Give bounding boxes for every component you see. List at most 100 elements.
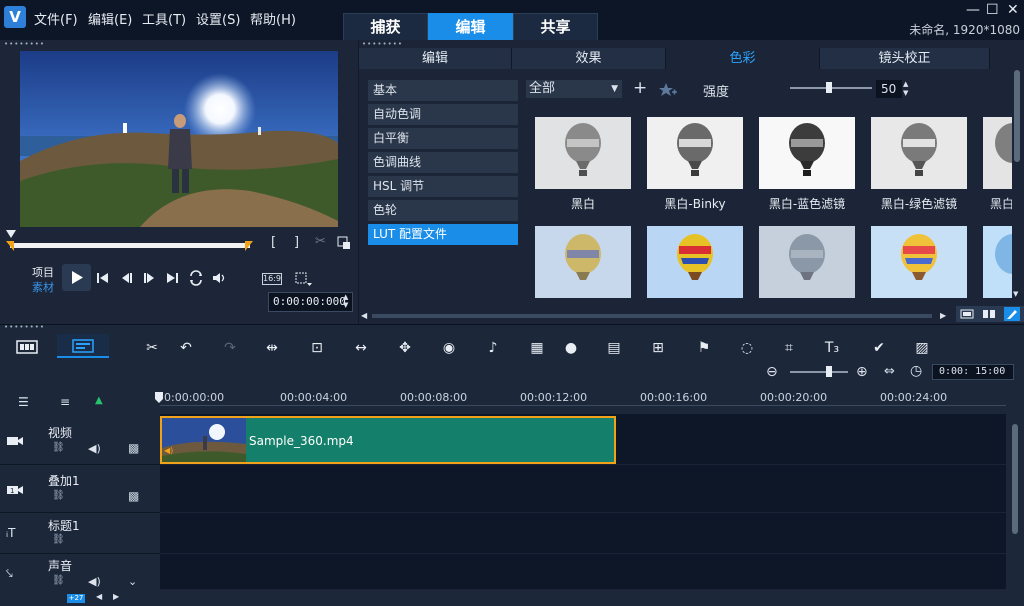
track-mute-icon[interactable]: ◀) [88, 575, 101, 588]
time-remap-icon[interactable]: ⚑ [694, 340, 714, 356]
scroll-left-icon[interactable]: ◀ [96, 592, 102, 601]
title-track-lane[interactable] [160, 513, 1006, 554]
timeline-scrollbar-thumb[interactable] [1012, 424, 1018, 534]
lut-thumb[interactable] [759, 226, 855, 298]
ripple-edit-icon[interactable]: ↔ [351, 340, 371, 356]
menu-tools[interactable]: 工具(T) [142, 9, 186, 28]
scrub-track[interactable] [10, 243, 250, 248]
lut-thumb[interactable] [647, 226, 743, 298]
play-button[interactable] [62, 264, 91, 291]
lut-thumb[interactable] [535, 117, 631, 189]
trim-in-marker-icon[interactable] [4, 241, 16, 253]
menu-settings[interactable]: 设置(S) [196, 9, 240, 28]
zoom-slider[interactable] [790, 366, 848, 377]
checkerboard-icon[interactable]: ▩ [128, 441, 139, 455]
strength-value[interactable]: 50 [876, 80, 902, 98]
filter-dropdown[interactable]: 全部 ▼ [526, 80, 622, 98]
list-view-icon[interactable] [960, 308, 974, 320]
strength-stepper-icon[interactable]: ▲ ▼ [903, 80, 908, 98]
record-capture-icon[interactable]: ◉ [439, 340, 459, 356]
track-mute-icon[interactable]: ◀) [88, 442, 101, 455]
import-lut-icon[interactable] [658, 81, 678, 99]
strength-slider[interactable] [790, 82, 872, 93]
redo-icon[interactable]: ↷ [220, 340, 240, 356]
track-manager-icon[interactable]: ☰ [18, 395, 29, 409]
lut-thumb[interactable] [759, 117, 855, 189]
horizontal-scrollbar[interactable] [372, 314, 932, 318]
subtab-lens-correction[interactable]: 镜头校正 [820, 48, 990, 69]
scroll-right-icon[interactable]: ▶ [113, 592, 119, 601]
add-button[interactable]: + [633, 78, 647, 98]
zoom-slider-thumb[interactable] [826, 366, 832, 377]
multi-camera-icon[interactable]: ⊞ [648, 340, 668, 356]
playhead-marker-icon[interactable] [4, 228, 20, 242]
track-header-video[interactable] [0, 414, 160, 465]
tab-capture[interactable]: 捕获 [343, 13, 428, 40]
scroll-right-icon[interactable]: ▶ [940, 311, 946, 320]
stop-motion-icon[interactable]: ✔ [869, 340, 889, 356]
timeline-grip[interactable]: •••••••• [4, 323, 45, 331]
zoom-out-icon[interactable]: ⊖ [766, 364, 778, 380]
trim-out-marker-icon[interactable] [243, 241, 255, 253]
volume-icon[interactable] [211, 270, 227, 286]
storyboard-view-icon[interactable] [16, 338, 38, 356]
lut-thumb[interactable] [647, 117, 743, 189]
category-color-wheel[interactable]: 色轮 [368, 200, 518, 221]
subtitle-editor-icon[interactable]: ▤ [604, 340, 624, 356]
tools-icon[interactable]: ✂ [142, 340, 162, 356]
close-button[interactable]: ✕ [1007, 2, 1019, 18]
voice-track-lane[interactable] [160, 554, 1006, 590]
enlarge-preview-icon[interactable] [337, 236, 351, 250]
menu-file[interactable]: 文件(F) [34, 9, 78, 28]
aspect-ratio-button[interactable]: 16:9 [262, 273, 282, 285]
tab-edit[interactable]: 编辑 [428, 13, 513, 40]
timecode-display[interactable]: 0:00:00:000 [268, 292, 353, 312]
checkerboard-icon[interactable]: ▩ [128, 489, 139, 503]
timeline-scrollbar[interactable] [1006, 414, 1024, 590]
category-lut-profile[interactable]: LUT 配置文件 [368, 224, 518, 245]
track-header-title[interactable] [0, 513, 160, 554]
category-hsl[interactable]: HSL 调节 [368, 176, 518, 197]
tab-share[interactable]: 共享 [513, 13, 598, 40]
mode-clip-label[interactable]: 素材 [32, 279, 54, 295]
category-basic[interactable]: 基本 [368, 80, 518, 101]
repeat-icon[interactable] [188, 270, 204, 286]
link-icon[interactable]: ⛓ [52, 534, 65, 545]
lut-thumb[interactable] [871, 226, 967, 298]
maximize-button[interactable]: ☐ [986, 2, 999, 18]
minimize-button[interactable]: — [966, 2, 980, 18]
timecode-stepper-icon[interactable]: ▲ ▼ [343, 293, 348, 309]
video-clip[interactable]: ◀) Sample_360.mp4 [160, 416, 616, 464]
playhead-icon[interactable] [154, 391, 164, 405]
subtab-edit[interactable]: 编辑 [359, 48, 512, 69]
link-icon[interactable]: ⛓ [52, 442, 65, 453]
timeline-view-button[interactable] [57, 334, 109, 358]
scissors-icon[interactable]: ✂ [315, 234, 326, 249]
audio-mixer-icon[interactable]: ♪ [483, 340, 503, 356]
mode-project-label[interactable]: 项目 [32, 264, 54, 280]
lut-thumb[interactable] [535, 226, 631, 298]
previous-frame-icon[interactable] [120, 271, 134, 285]
link-icon[interactable]: ⛓ [52, 490, 65, 501]
next-frame-icon[interactable] [142, 271, 156, 285]
strength-slider-thumb[interactable] [826, 82, 832, 93]
crop-icon[interactable] [294, 271, 314, 287]
category-white-balance[interactable]: 白平衡 [368, 128, 518, 149]
edit-view-button[interactable] [1004, 307, 1020, 321]
player-grip[interactable]: •••••••• [4, 40, 45, 48]
category-auto-tone[interactable]: 自动色调 [368, 104, 518, 125]
3d-title-icon[interactable]: T₃ [820, 340, 844, 356]
split-screen-icon[interactable]: ⌗ [779, 340, 799, 356]
subtab-effects[interactable]: 效果 [512, 48, 666, 69]
link-icon[interactable]: ⛓ [52, 575, 65, 586]
mask-creator-icon[interactable]: ◌ [737, 340, 757, 356]
thumbnail-scrollbar[interactable] [1014, 70, 1020, 162]
mark-out-button[interactable]: ] [294, 235, 299, 250]
edit-panel-grip[interactable]: •••••••• [362, 40, 403, 48]
subtab-color[interactable]: 色彩 [666, 48, 820, 69]
zoom-badge[interactable]: +27 [67, 594, 85, 603]
motion-track-icon[interactable]: ▦ [527, 340, 547, 356]
move-icon[interactable]: ✥ [395, 340, 415, 356]
lut-thumb[interactable] [871, 117, 967, 189]
cue-point-icon[interactable]: ▲ [95, 395, 103, 406]
